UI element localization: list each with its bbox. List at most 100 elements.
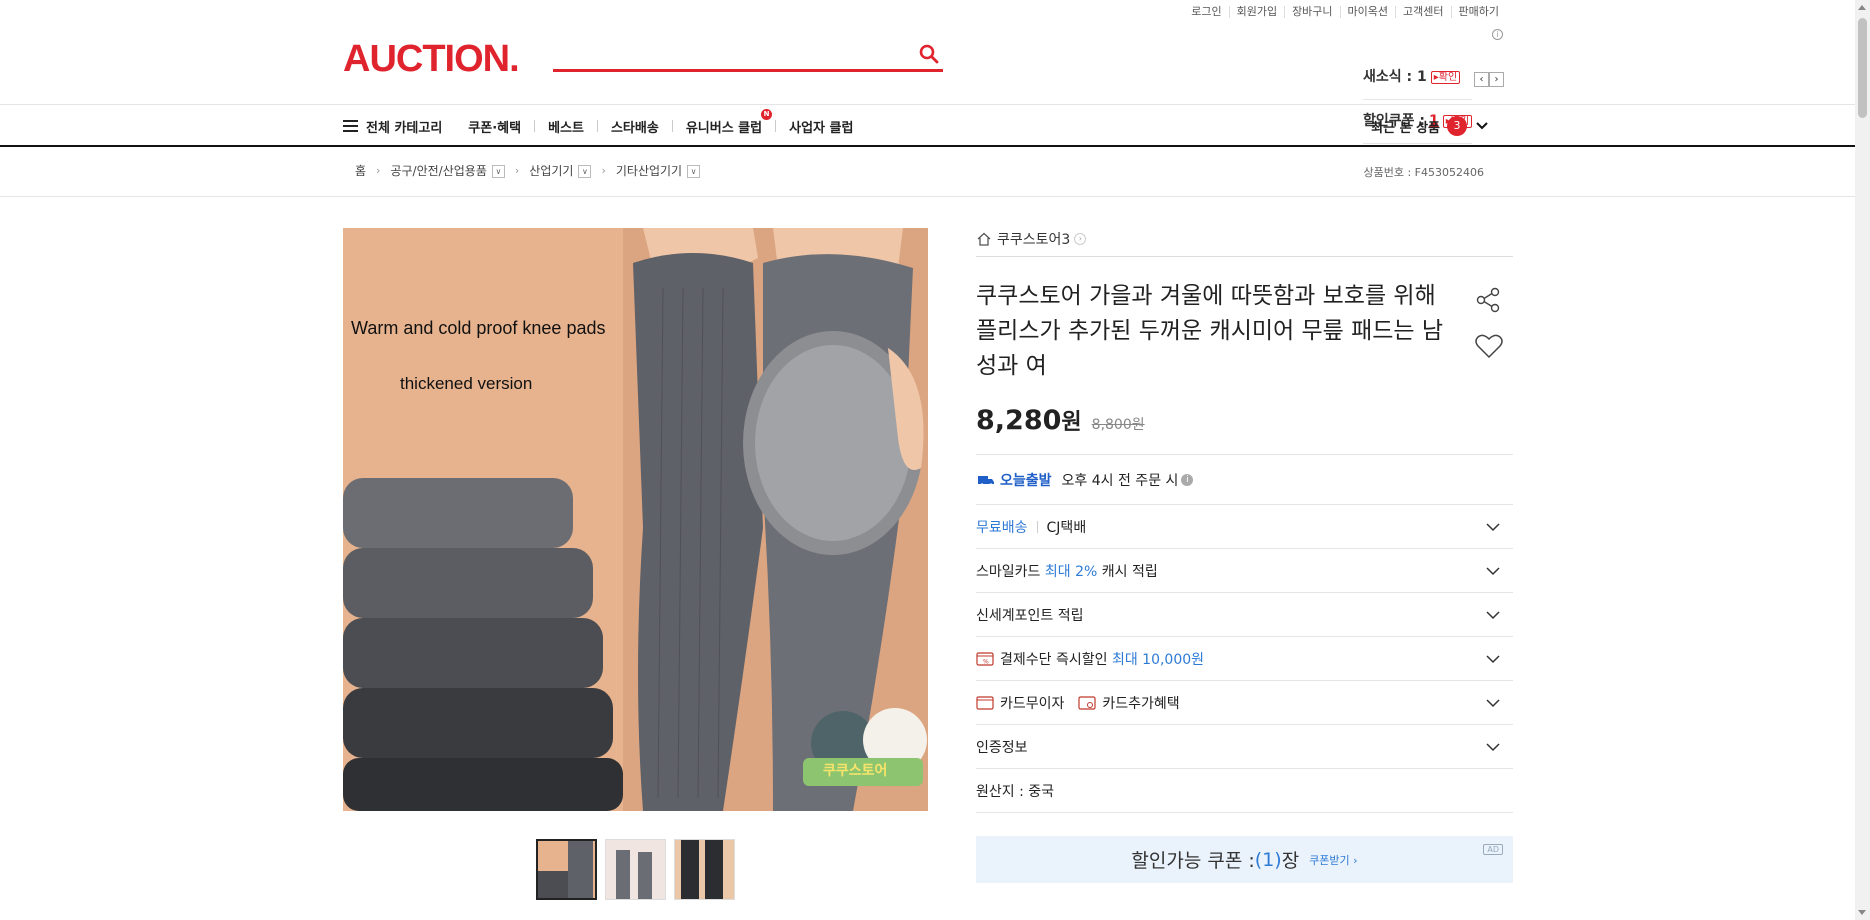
today-shipping-row: 오늘출발 오후 4시 전 주문 시 i: [976, 455, 1513, 505]
chevron-down-icon: ∨: [578, 165, 592, 178]
nav-universe-club[interactable]: 유니버스 클럽 N: [686, 108, 773, 136]
chevron-down-icon[interactable]: [1485, 696, 1501, 710]
product-info: 쿠쿠스토어3 › 쿠쿠스토어 가을과 겨울에 따뜻함과 보호를 위해 플리스가 …: [976, 225, 1513, 883]
chevron-down-icon: ∨: [491, 165, 505, 178]
image-caption-line2: thickened version: [400, 374, 533, 393]
signup-link[interactable]: 회원가입: [1228, 6, 1284, 18]
product-main-image[interactable]: Warm and cold proof knee pads thickened …: [343, 228, 928, 811]
coupon-banner-label: 할인가능 쿠폰 :: [1131, 850, 1255, 872]
nav-star-delivery[interactable]: 스타배송: [611, 117, 659, 136]
certification-row[interactable]: 인증정보: [976, 725, 1513, 769]
card-extra-benefit-label: 카드추가혜택: [1102, 695, 1180, 712]
free-shipping-label: 무료배송: [976, 519, 1028, 536]
info-icon[interactable]: i: [1492, 29, 1503, 40]
info-icon[interactable]: i: [1181, 473, 1194, 486]
breadcrumb: 홈 › 공구/안전/산업용품 ∨ › 산업기기 ∨ › 기타산업기기 ∨: [355, 149, 701, 192]
breadcrumb-bar: 홈 › 공구/안전/산업용품 ∨ › 산업기기 ∨ › 기타산업기기 ∨ 상품번호 :…: [0, 149, 1855, 197]
nav-divider: [596, 120, 598, 132]
smile-card-cash: 캐시 적립: [1101, 563, 1158, 580]
search-icon[interactable]: [919, 44, 939, 64]
scroll-down-icon[interactable]: [1858, 910, 1866, 915]
prev-arrow-icon[interactable]: ‹: [1474, 72, 1489, 87]
chevron-down-icon[interactable]: [1485, 608, 1501, 622]
login-link[interactable]: 로그인: [1184, 6, 1228, 18]
my-auction-link[interactable]: 마이옥션: [1339, 6, 1395, 18]
image-brand-tag: 쿠쿠스토어: [823, 763, 888, 779]
origin-label: 원산지 : 중국: [976, 783, 1055, 800]
page-scrollbar[interactable]: [1855, 0, 1870, 920]
breadcrumb-level-3[interactable]: 기타산업기기 ∨: [616, 162, 701, 179]
divider: [1036, 520, 1038, 533]
card-benefit-row[interactable]: 카드무이자 카드추가혜택: [976, 681, 1513, 725]
chevron-down-icon[interactable]: [1485, 564, 1501, 578]
card-icon: [976, 695, 994, 710]
svg-text:%: %: [983, 658, 989, 665]
share-icon[interactable]: [1473, 285, 1503, 315]
product-id: 상품번호 : F453052406: [1363, 166, 1485, 179]
customer-center-link[interactable]: 고객센터: [1395, 6, 1450, 18]
sale-price: 8,280: [976, 405, 1062, 436]
thumbnail-2[interactable]: [605, 839, 666, 900]
thumbnail-1[interactable]: [536, 839, 597, 900]
courier-label: CJ택배: [1046, 519, 1087, 536]
today-shipping-label: 오늘출발: [1000, 472, 1052, 489]
nav-business-club[interactable]: 사업자 클럽: [789, 117, 853, 136]
card-plus-icon: [1078, 695, 1097, 710]
breadcrumb-level-1[interactable]: 공구/안전/산업용품 ∨: [390, 162, 505, 179]
new-badge: N: [761, 108, 773, 120]
payment-discount-row[interactable]: % 결제수단 즉시할인 최대 10,000원: [976, 637, 1513, 681]
shinsegae-point-label: 신세계포인트 적립: [976, 607, 1084, 624]
card-interest-free-label: 카드무이자: [1000, 695, 1065, 712]
news-label: 새소식 : 1: [1363, 69, 1427, 85]
nav-best[interactable]: 베스트: [548, 117, 584, 136]
news-confirm-button[interactable]: ▸확인: [1430, 71, 1461, 84]
breadcrumb-home[interactable]: 홈: [355, 162, 366, 179]
chevron-down-icon[interactable]: [1485, 652, 1501, 666]
coupon-banner-unit: 장: [1281, 850, 1300, 872]
recent-viewed[interactable]: 최근 본 상품 3: [1371, 105, 1489, 147]
chevron-down-icon[interactable]: [1485, 740, 1501, 754]
hamburger-icon[interactable]: [343, 119, 358, 133]
cart-link[interactable]: 장바구니: [1284, 6, 1339, 18]
breadcrumb-level-2[interactable]: 산업기기 ∨: [529, 162, 592, 179]
smile-card-label: 스마일카드: [976, 563, 1041, 580]
chevron-down-icon[interactable]: [1475, 119, 1489, 133]
main-nav: 전체 카테고리 쿠폰·혜택 베스트 스타배송 유니버스 클럽 N 사업자 클럽 최…: [0, 104, 1855, 147]
wishlist-heart-icon[interactable]: [1473, 330, 1505, 362]
certification-label: 인증정보: [976, 739, 1028, 756]
thumbnail-3[interactable]: [674, 839, 735, 900]
coupon-banner[interactable]: 할인가능 쿠폰 : (1) 장 쿠폰받기 › AD: [976, 836, 1513, 883]
next-arrow-icon[interactable]: ›: [1489, 72, 1504, 87]
chevron-right-icon: ›: [601, 164, 606, 177]
payment-discount-max: 최대 10,000원: [1111, 651, 1205, 668]
scroll-up-icon[interactable]: [1858, 5, 1866, 10]
home-icon: [977, 232, 991, 246]
nav-divider: [671, 120, 673, 132]
search-bar: [553, 36, 943, 72]
image-caption-line1: Warm and cold proof knee pads: [351, 318, 606, 338]
ad-badge: AD: [1483, 844, 1503, 855]
chevron-right-icon: ›: [1074, 232, 1087, 245]
shinsegae-point-row[interactable]: 신세계포인트 적립: [976, 593, 1513, 637]
shipping-row[interactable]: 무료배송 CJ택배: [976, 505, 1513, 549]
chevron-right-icon: ›: [514, 164, 520, 177]
all-categories-menu[interactable]: 전체 카테고리: [366, 117, 442, 136]
original-price: 8,800원: [1091, 417, 1145, 433]
truck-icon: [978, 475, 994, 487]
mini-pager: ‹ ›: [1474, 72, 1504, 87]
nav-coupon-benefit[interactable]: 쿠폰·혜택: [468, 117, 521, 136]
payment-discount-label: 결제수단 즉시할인: [1000, 651, 1108, 668]
scrollbar-thumb[interactable]: [1858, 18, 1867, 118]
shop-link[interactable]: 쿠쿠스토어3 ›: [976, 225, 1513, 257]
recent-viewed-label: 최근 본 상품: [1371, 120, 1440, 136]
discount-card-icon: %: [976, 651, 994, 666]
coupon-get-link[interactable]: 쿠폰받기 ›: [1309, 852, 1357, 868]
smile-card-row[interactable]: 스마일카드 최대 2% 캐시 적립: [976, 549, 1513, 593]
chevron-down-icon[interactable]: [1485, 520, 1501, 534]
coupon-banner-count: (1): [1254, 848, 1282, 871]
sell-link[interactable]: 판매하기: [1450, 6, 1506, 18]
today-shipping-text: 오후 4시 전 주문 시: [1061, 472, 1179, 489]
product-title: 쿠쿠스토어 가을과 겨울에 따뜻함과 보호를 위해 플리스가 추가된 두꺼운 캐…: [976, 283, 1444, 379]
auction-logo[interactable]: AUCTION.: [343, 38, 520, 81]
search-input[interactable]: [553, 36, 903, 68]
